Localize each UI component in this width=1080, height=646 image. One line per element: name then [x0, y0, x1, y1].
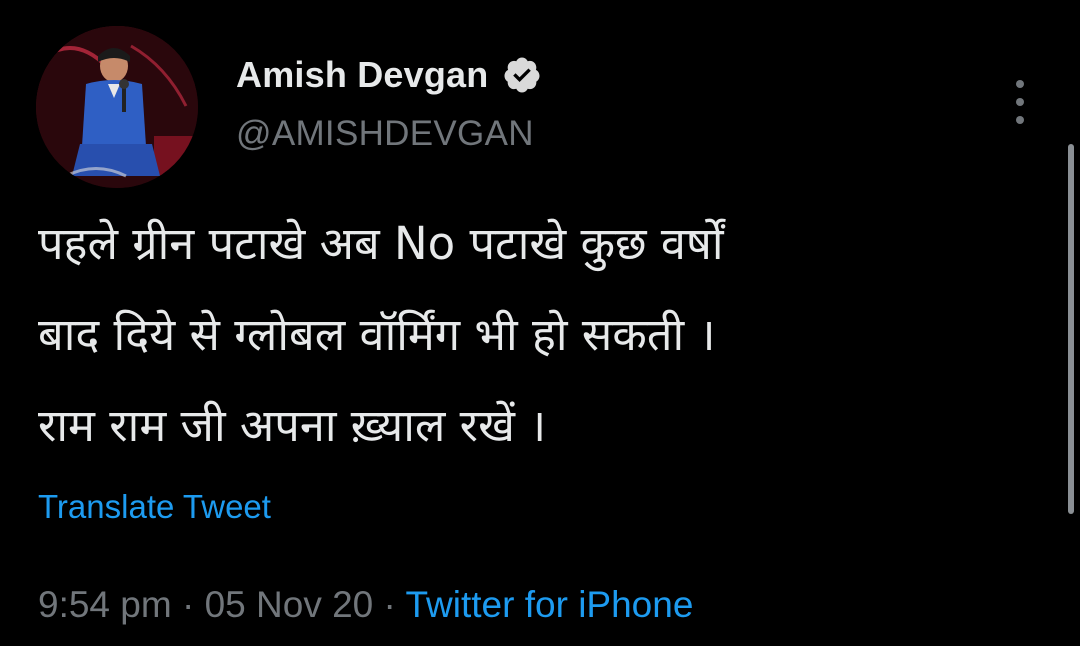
avatar-image [36, 26, 198, 188]
tweet-text: पहले ग्रीन पटाखे अब No पटाखे कुछ वर्षों … [38, 198, 1028, 471]
tweet-header: Amish Devgan @AMISHDEVGAN [236, 52, 542, 154]
tweet-time[interactable]: 9:54 pm [38, 584, 172, 625]
verified-badge-icon [504, 57, 540, 93]
meta-separator: · [383, 584, 396, 625]
tweet-source-link[interactable]: Twitter for iPhone [406, 584, 694, 625]
translate-tweet-link[interactable]: Translate Tweet [38, 488, 271, 526]
author-name[interactable]: Amish Devgan [236, 54, 488, 96]
author-handle[interactable]: @AMISHDEVGAN [236, 114, 542, 154]
tweet-text-line: राम राम जी अपना ख़्याल रखें । [38, 399, 547, 452]
avatar[interactable] [36, 26, 198, 188]
more-dot [1016, 98, 1024, 106]
more-dot [1016, 116, 1024, 124]
tweet-metadata: 9:54 pm · 05 Nov 20 · Twitter for iPhone [38, 584, 693, 626]
name-row: Amish Devgan [236, 52, 542, 98]
scrollbar[interactable] [1068, 144, 1074, 514]
more-dot [1016, 80, 1024, 88]
meta-separator: · [181, 584, 195, 625]
more-options-icon[interactable] [1008, 80, 1032, 124]
tweet-date[interactable]: 05 Nov 20 [205, 584, 374, 625]
tweet-text-line: पहले ग्रीन पटाखे अब No पटाखे कुछ वर्षों [38, 217, 724, 270]
tweet-text-line: बाद दिये से ग्लोबल वॉर्मिंग भी हो सकती । [38, 308, 716, 361]
tweet-detail: Amish Devgan @AMISHDEVGAN पहले ग्रीन पटा… [0, 0, 1080, 646]
